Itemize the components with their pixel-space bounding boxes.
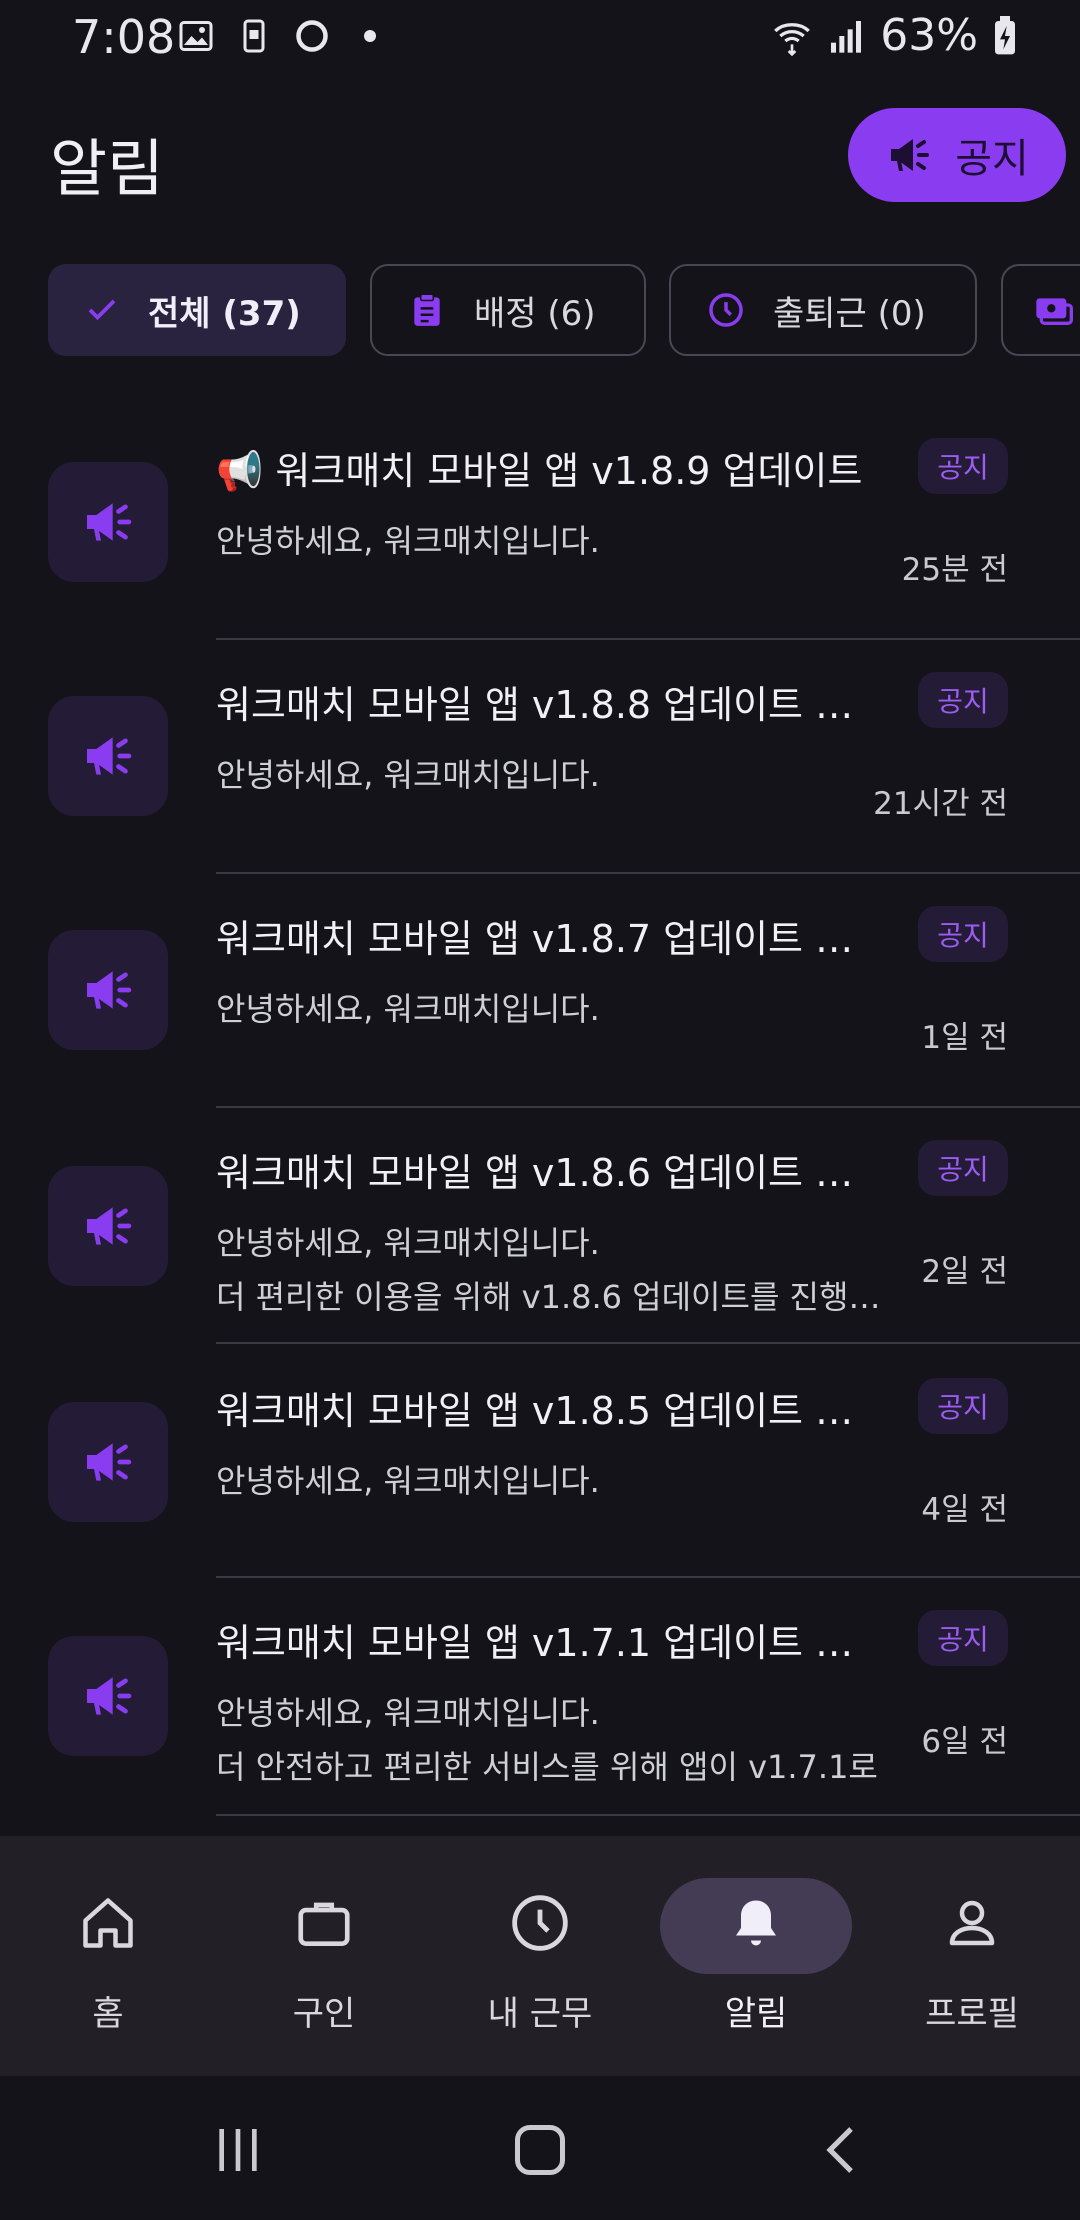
notification-preview: 안녕하세요, 워크매치입니다. xyxy=(216,522,600,560)
bell-icon xyxy=(721,1888,791,1958)
notification-title: 📢 워크매치 모바일 앱 v1.8.9 업데이트 xyxy=(216,449,863,493)
megaphone-icon xyxy=(87,1677,132,1715)
money-icon xyxy=(1033,290,1073,330)
notice-badge: 공지 xyxy=(918,1610,1008,1666)
notification-time: 6일 전 xyxy=(921,1724,1008,1760)
nav-home[interactable]: 홈 xyxy=(0,1836,216,2076)
notice-thumb xyxy=(48,1636,168,1756)
notice-badge: 공지 xyxy=(918,906,1008,962)
megaphone-icon xyxy=(87,971,132,1009)
status-notification-icons xyxy=(178,18,388,54)
clock-icon xyxy=(505,1888,575,1958)
notification-time: 25분 전 xyxy=(901,552,1008,588)
nav-my-work[interactable]: 내 근무 xyxy=(432,1836,648,2076)
chip-label: 전체 (37) xyxy=(148,293,301,334)
list-item[interactable]: 📢 워크매치 모바일 앱 v1.8.9 업데이트 공지 안녕하세요, 워크매치입… xyxy=(0,400,1080,640)
nav-label: 프로필 xyxy=(925,1994,1019,2034)
list-item[interactable]: 워크매치 모바일 앱 v1.7.1 업데이트 안내 공지 안녕하세요, 워크매치… xyxy=(0,1578,1080,1818)
clock-icon xyxy=(707,291,745,329)
notification-preview: 안녕하세요, 워크매치입니다. xyxy=(216,990,600,1028)
megaphone-icon xyxy=(891,139,930,171)
notice-button[interactable]: 공지 xyxy=(848,108,1066,202)
person-icon xyxy=(937,1888,1007,1958)
megaphone-icon xyxy=(87,1443,132,1481)
notice-badge: 공지 xyxy=(918,438,1008,494)
notification-title: 워크매치 모바일 앱 v1.8.5 업데이트 안내 xyxy=(216,1389,876,1433)
recent-apps-icon[interactable] xyxy=(210,2122,266,2178)
notice-button-label: 공지 xyxy=(955,136,1029,182)
chip-payment[interactable] xyxy=(1001,264,1080,356)
check-icon xyxy=(84,292,120,328)
notice-thumb xyxy=(48,1402,168,1522)
list-item[interactable]: 워크매치 모바일 앱 v1.8.7 업데이트 안내 공지 안녕하세요, 워크매치… xyxy=(0,874,1080,1108)
notification-title: 워크매치 모바일 앱 v1.8.8 업데이트 안내 xyxy=(216,683,876,727)
notification-title: 워크매치 모바일 앱 v1.8.7 업데이트 안내 xyxy=(216,917,876,961)
megaphone-icon xyxy=(87,737,132,775)
home-icon xyxy=(73,1888,143,1958)
status-right: 63% xyxy=(772,10,1018,61)
wifi-icon xyxy=(774,22,811,56)
notification-time: 4일 전 xyxy=(921,1492,1008,1528)
notification-preview: 안녕하세요, 워크매치입니다. xyxy=(216,756,600,794)
nav-profile[interactable]: 프로필 xyxy=(864,1836,1080,2076)
notification-preview: 안녕하세요, 워크매치입니다. xyxy=(216,1462,600,1500)
notification-time: 1일 전 xyxy=(921,1020,1008,1056)
status-time: 7:08 xyxy=(72,10,176,64)
notification-preview-line2: 더 안전하고 편리한 서비스를 위해 앱이 v1.7.1로 xyxy=(216,1748,878,1786)
megaphone-icon xyxy=(87,503,132,541)
nav-label: 구인 xyxy=(292,1994,356,2034)
notice-thumb xyxy=(48,462,168,582)
notice-thumb xyxy=(48,930,168,1050)
nav-label: 홈 xyxy=(92,1994,124,2034)
chip-label: 배정 (6) xyxy=(474,293,596,334)
phone-icon xyxy=(243,19,265,53)
home-button-icon[interactable] xyxy=(510,2120,570,2180)
megaphone-icon xyxy=(87,1207,132,1245)
notice-thumb xyxy=(48,696,168,816)
divider xyxy=(216,1814,1080,1816)
dot-icon xyxy=(364,30,376,42)
clipboard-icon xyxy=(408,291,446,329)
chip-attendance[interactable]: 출퇴근 (0) xyxy=(669,264,977,356)
filter-chips: 전체 (37) 배정 (6) 출퇴근 (0) xyxy=(48,264,1080,360)
chip-all[interactable]: 전체 (37) xyxy=(48,264,346,356)
list-item[interactable]: 워크매치 모바일 앱 v1.8.5 업데이트 안내 공지 안녕하세요, 워크매치… xyxy=(0,1344,1080,1578)
notification-preview: 안녕하세요, 워크매치입니다. xyxy=(216,1694,600,1732)
notification-time: 2일 전 xyxy=(921,1254,1008,1290)
notice-badge: 공지 xyxy=(918,1140,1008,1196)
briefcase-icon xyxy=(289,1888,359,1958)
notification-time: 21시간 전 xyxy=(873,786,1008,822)
notice-badge: 공지 xyxy=(918,1378,1008,1434)
back-icon[interactable] xyxy=(816,2122,872,2178)
notice-badge: 공지 xyxy=(918,672,1008,728)
notification-preview: 안녕하세요, 워크매치입니다. xyxy=(216,1224,600,1262)
nav-label: 내 근무 xyxy=(487,1994,593,2034)
notification-preview-line2: 더 편리한 이용을 위해 v1.8.6 업데이트를 진행합니다 xyxy=(216,1278,896,1316)
nav-label: 알림 xyxy=(724,1994,788,2034)
nav-notifications[interactable]: 알림 xyxy=(648,1836,864,2076)
battery-icon xyxy=(995,15,1015,54)
signal-icon xyxy=(831,20,862,53)
battery-percent: 63% xyxy=(880,10,978,61)
gallery-icon xyxy=(179,21,213,51)
status-bar: 7:08 63% xyxy=(0,0,1080,72)
bottom-navigation: 홈 구인 내 근무 알림 프로필 xyxy=(0,1836,1080,2076)
list-item[interactable]: 워크매치 모바일 앱 v1.8.6 업데이트 안내 공지 안녕하세요, 워크매치… xyxy=(0,1108,1080,1344)
edge-icon xyxy=(296,20,328,52)
system-navigation xyxy=(0,2076,1080,2220)
nav-jobs[interactable]: 구인 xyxy=(216,1836,432,2076)
chip-label: 출퇴근 (0) xyxy=(773,293,926,334)
page-title: 알림 xyxy=(50,132,165,205)
chip-assignment[interactable]: 배정 (6) xyxy=(370,264,646,356)
notification-title: 워크매치 모바일 앱 v1.8.6 업데이트 안내 xyxy=(216,1151,876,1195)
notification-title: 워크매치 모바일 앱 v1.7.1 업데이트 안내 xyxy=(216,1621,876,1665)
list-item[interactable]: 워크매치 모바일 앱 v1.8.8 업데이트 안내 공지 안녕하세요, 워크매치… xyxy=(0,640,1080,874)
notice-thumb xyxy=(48,1166,168,1286)
